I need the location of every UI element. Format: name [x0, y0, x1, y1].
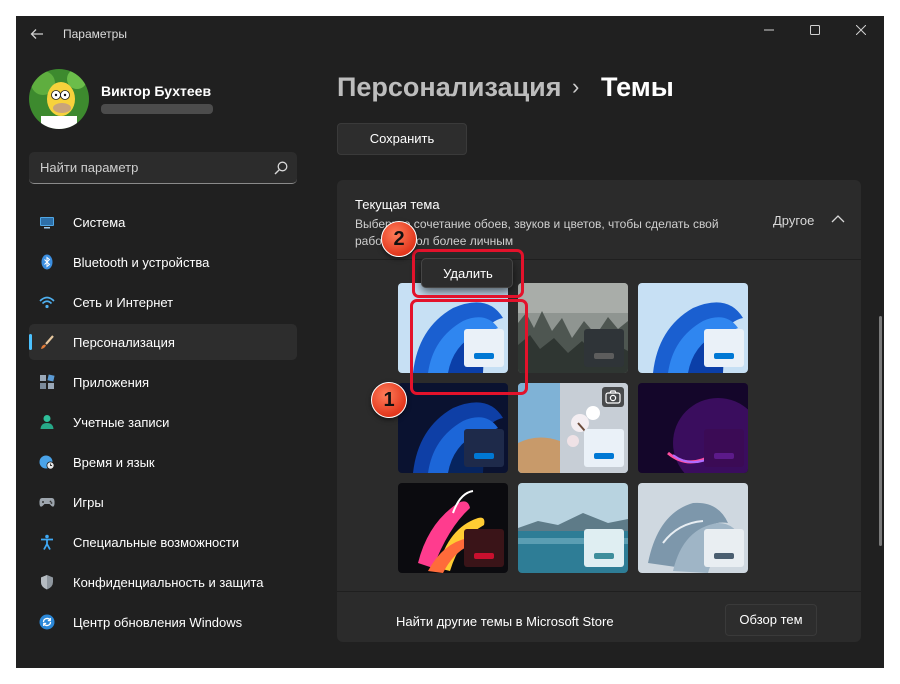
sidebar-item-personalization[interactable]: Персонализация [29, 324, 297, 360]
sidebar-item-label: Bluetooth и устройства [73, 255, 210, 270]
sidebar-item-label: Учетные записи [73, 415, 170, 430]
theme-accent-bar [474, 453, 494, 459]
theme-tile-sunrise-lake[interactable] [518, 483, 628, 573]
theme-accent-bar [714, 453, 734, 459]
annotation-badge-step-1: 1 [371, 382, 407, 418]
theme-preview-window [584, 329, 624, 367]
theme-accent-bar [594, 553, 614, 559]
sidebar-item-bluetooth[interactable]: Bluetooth и устройства [29, 244, 297, 280]
maximize-icon [810, 25, 820, 35]
annotation-badge-step-2: 2 [381, 221, 417, 257]
shield-icon [41, 575, 53, 590]
sidebar-item-network[interactable]: Сеть и Интернет [29, 284, 297, 320]
avatar-image [29, 69, 89, 129]
theme-tile-flow[interactable] [638, 483, 748, 573]
theme-preview-window [464, 429, 504, 467]
current-theme-value: Другое [773, 213, 815, 228]
sidebar-item-privacy[interactable]: Конфиденциальность и защита [29, 564, 297, 600]
theme-accent-bar [594, 453, 614, 459]
sidebar-item-label: Сеть и Интернет [73, 295, 174, 310]
sidebar-item-label: Игры [73, 495, 104, 510]
theme-accent-bar [594, 353, 614, 359]
minimize-icon [764, 29, 774, 31]
theme-accent-bar [714, 353, 734, 359]
sidebar-item-label: Специальные возможности [73, 535, 239, 550]
scrollbar[interactable] [879, 316, 882, 546]
browse-themes-button[interactable]: Обзор тем [725, 604, 817, 636]
theme-accent-bar [474, 553, 494, 559]
sidebar-item-label: Время и язык [73, 455, 155, 470]
breadcrumb-parent[interactable]: Персонализация [337, 72, 562, 103]
theme-preview-window [464, 529, 504, 567]
sidebar-item-system[interactable]: Система [29, 204, 297, 240]
close-icon [855, 24, 867, 36]
accessibility-icon [41, 534, 53, 550]
update-icon [39, 614, 55, 630]
theme-tile-misty-forest[interactable] [518, 283, 628, 373]
theme-tile-captured-motion[interactable] [398, 483, 508, 573]
theme-preview-window [704, 329, 744, 367]
sidebar-item-label: Система [73, 215, 126, 230]
sidebar-item-gaming[interactable]: Игры [29, 484, 297, 520]
clock-globe-icon [39, 455, 55, 470]
apps-icon [40, 374, 55, 389]
annotation-highlight-tile [410, 299, 528, 395]
person-icon [40, 415, 54, 429]
theme-tile-glow[interactable] [638, 383, 748, 473]
monitor-icon [40, 217, 54, 229]
theme-accent-bar [714, 553, 734, 559]
sidebar-item-apps[interactable]: Приложения [29, 364, 297, 400]
theme-preview-window [584, 529, 624, 567]
arrow-left-icon [30, 29, 43, 39]
breadcrumb-separator-icon: › [572, 74, 580, 99]
camera-icon [602, 387, 624, 407]
settings-window: Параметры Виктор Бухтеев Найти параметр … [16, 16, 884, 668]
store-text: Найти другие темы в Microsoft Store [396, 614, 614, 629]
wifi-icon [39, 296, 55, 309]
gamepad-icon [39, 498, 55, 507]
sidebar-item-accounts[interactable]: Учетные записи [29, 404, 297, 440]
card-divider [337, 591, 861, 592]
theme-preview-window [704, 429, 744, 467]
theme-tile-windows-light[interactable] [638, 283, 748, 373]
sidebar-item-windows-update[interactable]: Центр обновления Windows [29, 604, 297, 640]
search-input[interactable] [29, 152, 265, 183]
back-button[interactable] [26, 24, 48, 44]
theme-tile-windows-dark[interactable] [398, 383, 508, 473]
minimize-button[interactable] [746, 16, 792, 46]
avatar[interactable] [29, 69, 89, 129]
annotation-highlight-menu [412, 249, 524, 298]
sidebar-item-label: Персонализация [73, 335, 175, 350]
sidebar-item-label: Центр обновления Windows [73, 615, 243, 630]
search-icon[interactable] [273, 160, 289, 176]
save-button[interactable]: Сохранить [337, 123, 467, 155]
sidebar-nav: Система Bluetooth и устройства Сеть и Ин… [29, 204, 297, 644]
close-button[interactable] [838, 16, 884, 46]
sidebar-item-time-language[interactable]: Время и язык [29, 444, 297, 480]
title-bar: Параметры [16, 16, 884, 52]
sidebar-item-label: Приложения [73, 375, 150, 390]
theme-preview-window [704, 529, 744, 567]
bluetooth-icon [41, 254, 53, 270]
brush-icon [41, 335, 54, 349]
page-title: Темы [601, 72, 674, 102]
sidebar-item-label: Конфиденциальность и защита [73, 575, 264, 590]
sidebar-item-accessibility[interactable]: Специальные возможности [29, 524, 297, 560]
user-name: Виктор Бухтеев [101, 83, 212, 99]
theme-preview-window [584, 429, 624, 467]
current-theme-title: Текущая тема [355, 197, 440, 212]
theme-tile-spotlight-flowers[interactable] [518, 383, 628, 473]
user-email-redacted [101, 104, 213, 114]
chevron-up-icon[interactable] [831, 214, 845, 224]
app-title: Параметры [63, 27, 127, 41]
maximize-button[interactable] [792, 16, 838, 46]
settings-search[interactable] [29, 152, 297, 184]
